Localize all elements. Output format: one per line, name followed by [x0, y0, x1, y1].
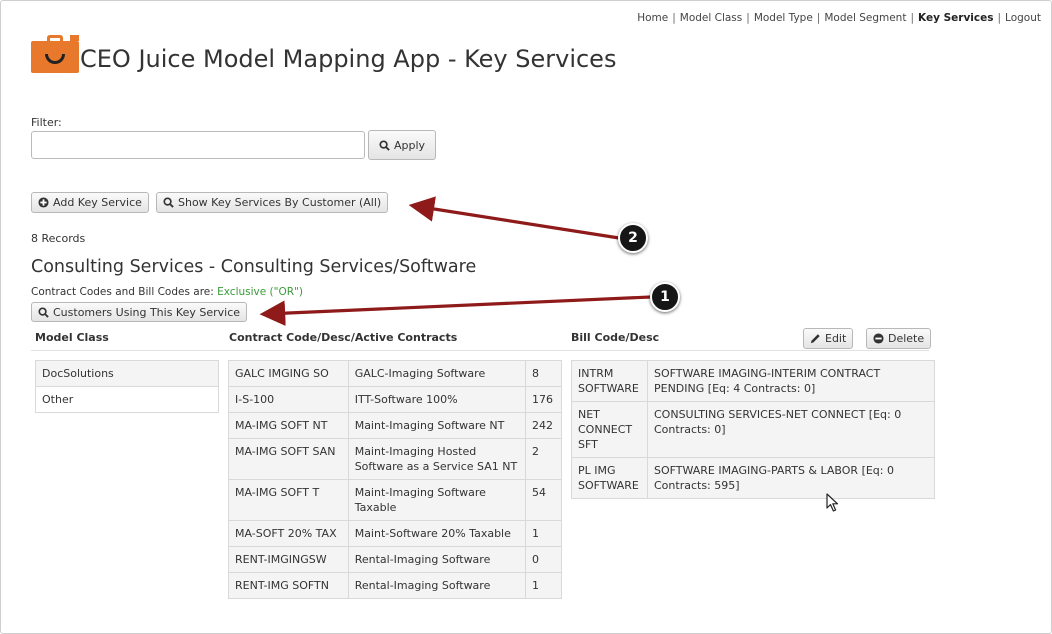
contract-code-cell: MA-IMG SOFT NT: [228, 412, 349, 439]
pencil-icon: [810, 334, 820, 344]
filter-label: Filter:: [31, 116, 62, 129]
table-row: INTRM SOFTWARE SOFTWARE IMAGING-INTERIM C…: [571, 360, 935, 402]
edit-button-label: Edit: [825, 332, 847, 345]
codes-mode-prefix: Contract Codes and Bill Codes are:: [31, 286, 214, 298]
nav-model-segment-link[interactable]: Model Segment: [824, 12, 906, 24]
contract-desc-cell: Maint-Imaging Software NT: [347, 412, 527, 439]
search-icon: [163, 197, 174, 208]
header-divider: [31, 350, 929, 351]
contract-code-cell: MA-SOFT 20% TAX: [228, 520, 349, 547]
contract-column-header: Contract Code/Desc/Active Contracts: [229, 331, 458, 344]
contract-code-table: GALC IMGING SO GALC-Imaging Software 8 I-S…: [228, 360, 562, 599]
bill-code-cell: PL IMG SOFTWARE: [571, 457, 648, 499]
bill-code-cell: INTRM SOFTWARE: [571, 360, 648, 402]
nav-logout-link[interactable]: Logout: [1005, 12, 1041, 24]
delete-button[interactable]: Delete: [866, 328, 932, 349]
contract-desc-cell: Rental-Imaging Software: [347, 546, 527, 573]
nav-separator: |: [746, 12, 750, 24]
active-contracts-cell: 242: [525, 412, 562, 439]
contract-code-cell: GALC IMGING SO: [228, 360, 349, 387]
nav-home-link[interactable]: Home: [637, 12, 668, 24]
bill-desc-cell: SOFTWARE IMAGING-INTERIM CONTRACT PENDIN…: [647, 360, 935, 402]
codes-mode-note: Contract Codes and Bill Codes are: Exclu…: [31, 286, 303, 298]
add-key-service-label: Add Key Service: [53, 196, 142, 209]
contract-desc-cell: Maint-Software 20% Taxable: [347, 520, 527, 547]
table-row: MA-IMG SOFT T Maint-Imaging Software Taxa…: [228, 479, 562, 521]
add-key-service-button[interactable]: Add Key Service: [31, 192, 149, 213]
app-window: Home | Model Class | Model Type | Model Segmen…: [0, 0, 1052, 634]
active-contracts-cell: 1: [525, 520, 562, 547]
table-row: RENT-IMG SOFTN Rental-Imaging Software 1: [228, 572, 562, 599]
contract-desc-cell: Maint-Imaging Hosted Software as a Servi…: [347, 438, 527, 480]
callout-badge-2: 2: [618, 223, 648, 253]
active-contracts-cell: 1: [525, 572, 562, 599]
mouse-pointer-icon: [826, 493, 839, 512]
contract-code-cell: MA-IMG SOFT T: [228, 479, 349, 521]
table-row: RENT-IMGINGSW Rental-Imaging Software 0: [228, 546, 562, 573]
nav-separator: |: [997, 12, 1002, 24]
annotation-arrow-2: [408, 196, 620, 240]
nav-separator: |: [910, 12, 915, 24]
contract-desc-cell: GALC-Imaging Software: [347, 360, 527, 387]
search-icon: [38, 306, 49, 318]
contract-code-cell: MA-IMG SOFT SAN: [228, 438, 349, 480]
contract-desc-cell: ITT-Software 100%: [347, 386, 527, 413]
active-contracts-cell: 54: [525, 479, 562, 521]
table-row: I-S-100 ITT-Software 100% 176: [228, 386, 562, 413]
annotation-arrow-1: [259, 295, 652, 326]
page-title: CEO Juice Model Mapping App - Key Servic…: [80, 45, 617, 73]
active-contracts-cell: 0: [525, 546, 562, 573]
contract-code-cell: RENT-IMGINGSW: [228, 546, 349, 573]
customers-using-button[interactable]: Customers Using This Key Service: [31, 302, 248, 322]
active-contracts-cell: 8: [525, 360, 562, 387]
customers-using-label: Customers Using This Key Service: [53, 305, 241, 319]
table-row: DocSolutions: [35, 360, 219, 387]
table-row: Other: [35, 386, 219, 413]
show-by-customer-label: Show Key Services By Customer (All): [178, 196, 382, 209]
nav-separator: |: [672, 12, 676, 24]
nav-model-type-link[interactable]: Model Type: [754, 12, 813, 24]
contract-code-cell: I-S-100: [228, 386, 349, 413]
apply-button[interactable]: Apply: [368, 130, 437, 160]
table-row: NET CONNECT SFT CONSULTING SERVICES-NET C…: [571, 401, 935, 458]
app-header: CEO Juice Model Mapping App - Key Servic…: [31, 33, 616, 73]
edit-button[interactable]: Edit: [803, 328, 854, 349]
briefcase-logo-icon: [31, 35, 79, 73]
delete-button-label: Delete: [888, 332, 925, 345]
nav-key-services-link[interactable]: Key Services: [918, 12, 993, 24]
contract-desc-cell: Rental-Imaging Software: [347, 572, 527, 599]
bill-desc-cell: SOFTWARE IMAGING-PARTS & LABOR [Eq: 0 Co…: [647, 457, 935, 499]
contract-desc-cell: Maint-Imaging Software Taxable: [347, 479, 527, 521]
model-class-table: DocSolutions Other: [35, 360, 219, 413]
bill-code-cell: NET CONNECT SFT: [571, 401, 648, 458]
nav-separator: |: [816, 12, 821, 24]
search-icon: [379, 139, 390, 151]
filter-input[interactable]: [31, 131, 365, 159]
table-row: GALC IMGING SO GALC-Imaging Software 8: [228, 360, 562, 387]
table-row: MA-IMG SOFT NT Maint-Imaging Software NT 2…: [228, 412, 562, 439]
record-count: 8 Records: [31, 232, 86, 245]
contract-code-cell: RENT-IMG SOFTN: [228, 572, 349, 599]
bill-code-table: INTRM SOFTWARE SOFTWARE IMAGING-INTERIM C…: [571, 360, 935, 499]
callout-badge-1: 1: [650, 282, 680, 312]
nav-model-class-link[interactable]: Model Class: [680, 12, 743, 24]
top-navigation: Home | Model Class | Model Type | Model Segmen…: [637, 12, 1041, 24]
plus-circle-icon: [38, 197, 49, 208]
active-contracts-cell: 2: [525, 438, 562, 480]
codes-mode-value: Exclusive ("OR"): [217, 286, 303, 298]
active-contracts-cell: 176: [525, 386, 562, 413]
model-class-cell[interactable]: Other: [35, 386, 219, 413]
table-row: PL IMG SOFTWARE SOFTWARE IMAGING-PARTS & …: [571, 457, 935, 499]
bill-desc-cell: CONSULTING SERVICES-NET CONNECT [Eq: 0 C…: [647, 401, 935, 458]
show-by-customer-button[interactable]: Show Key Services By Customer (All): [156, 192, 389, 213]
apply-button-label: Apply: [394, 138, 426, 152]
model-class-column-header: Model Class: [35, 331, 109, 344]
bill-column-header: Bill Code/Desc: [571, 331, 660, 344]
table-row: MA-IMG SOFT SAN Maint-Imaging Hosted Soft…: [228, 438, 562, 480]
minus-circle-icon: [873, 333, 884, 344]
model-class-cell[interactable]: DocSolutions: [35, 360, 219, 387]
key-service-title: Consulting Services - Consulting Service…: [31, 257, 477, 277]
table-row: MA-SOFT 20% TAX Maint-Software 20% Taxabl…: [228, 520, 562, 547]
